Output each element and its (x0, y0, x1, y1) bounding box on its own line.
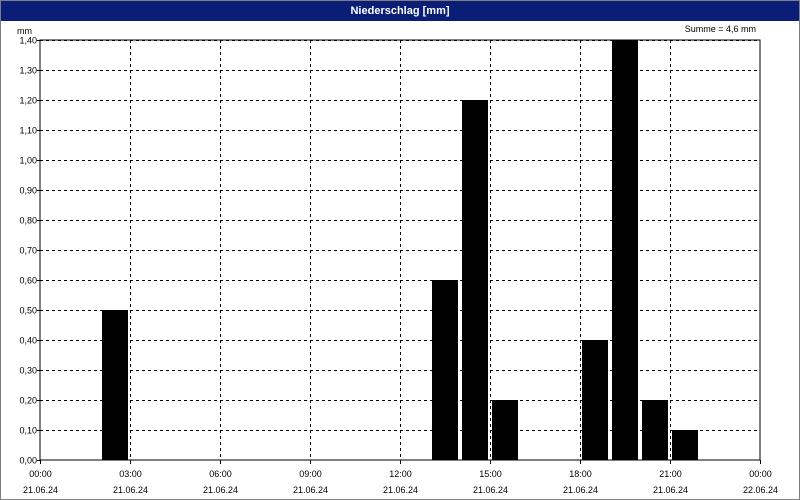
bar (642, 400, 668, 460)
y-tick-label: 0,50 (19, 306, 37, 316)
y-tick-label: 0,70 (19, 246, 37, 256)
y-tick-label: 1,20 (19, 96, 37, 106)
sum-annotation: Summe = 4,6 mm (685, 24, 756, 34)
x-tick-date-label: 21.06.24 (293, 485, 328, 495)
x-tick-date-label: 21.06.24 (563, 485, 598, 495)
x-tick-date-label: 21.06.24 (473, 485, 508, 495)
x-tick-time-label: 09:00 (299, 469, 322, 479)
y-tick-label: 0,10 (19, 426, 37, 436)
y-tick-label: 0,20 (19, 396, 37, 406)
bar (462, 100, 488, 460)
x-tick-date-label: 21.06.24 (203, 485, 238, 495)
x-tick-date-label: 22.06.24 (743, 485, 778, 495)
bar (432, 280, 458, 460)
x-tick-time-label: 00:00 (29, 469, 52, 479)
chart-window: Niederschlag [mm] 0,00 0,10 0,20 0,30 0,40 0,… (0, 0, 800, 500)
x-tick-date-label: 21.06.24 (23, 485, 58, 495)
y-tick-label: 0,40 (19, 336, 37, 346)
x-tick-time-label: 03:00 (119, 469, 142, 479)
y-tick-label: 1,40 (19, 36, 37, 46)
y-tick-label: 0,80 (19, 216, 37, 226)
x-tick-date-label: 21.06.24 (653, 485, 688, 495)
y-tick-label: 1,30 (19, 66, 37, 76)
x-tick-time-label: 06:00 (209, 469, 232, 479)
y-tick-label: 1,00 (19, 156, 37, 166)
y-tick-label: 0,30 (19, 366, 37, 376)
precipitation-chart: 0,00 0,10 0,20 0,30 0,40 0,50 0,60 0,70 0,80 0,90… (17, 24, 778, 495)
x-tick-time-label: 18:00 (569, 469, 592, 479)
y-axis-label: mm (17, 26, 32, 36)
y-tick-label: 0,60 (19, 276, 37, 286)
bar (582, 340, 608, 460)
x-tick-time-label: 15:00 (479, 469, 502, 479)
y-tick-label: 0,00 (19, 456, 37, 466)
x-tick-date-label: 21.06.24 (113, 485, 148, 495)
y-tick-label: 0,90 (19, 186, 37, 196)
x-tick-date-label: 21.06.24 (383, 485, 418, 495)
x-tick-time-label: 00:00 (749, 469, 772, 479)
bar (672, 430, 698, 460)
y-tick-label: 1,10 (19, 126, 37, 136)
bar (492, 400, 518, 460)
bar (102, 310, 128, 460)
x-tick-time-label: 21:00 (659, 469, 682, 479)
x-tick-time-label: 12:00 (389, 469, 412, 479)
bar (612, 40, 638, 460)
